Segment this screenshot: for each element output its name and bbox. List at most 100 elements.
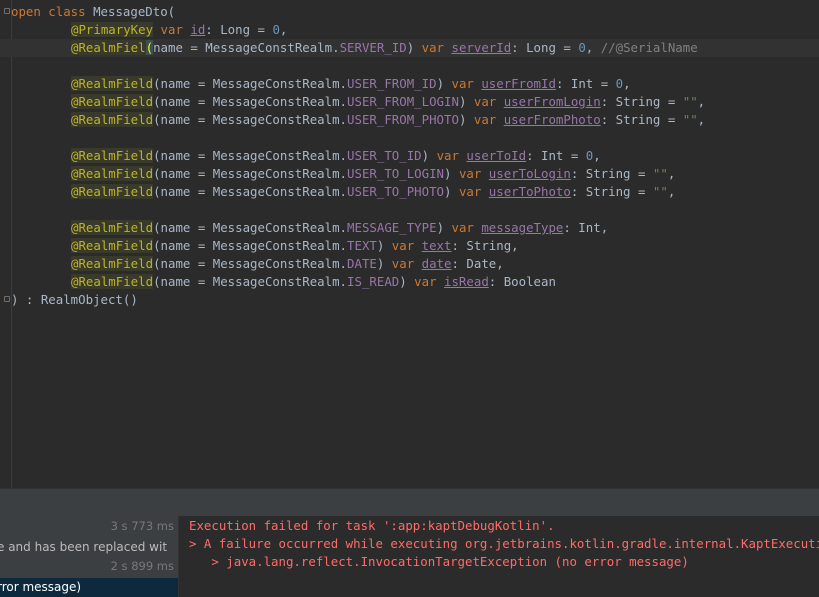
punctuation: , (667, 166, 676, 181)
code-text: (name = MessageConstRealm. (153, 148, 348, 163)
number-literal: 0 (615, 76, 624, 91)
code-text: ) (406, 40, 422, 55)
keyword: var (458, 166, 489, 181)
code-line-2[interactable]: @PrimaryKey var id: Long = 0, (0, 21, 819, 39)
code-text: (name = MessageConstRealm. (153, 220, 348, 235)
type-text: : Long = (205, 22, 273, 37)
punctuation: , (593, 148, 601, 163)
code-line-11[interactable]: @RealmField(name = MessageConstRealm.TEX… (0, 237, 819, 255)
code-line-10[interactable]: @RealmField(name = MessageConstRealm.MES… (0, 219, 819, 237)
property-name: userFromPhoto (503, 112, 601, 127)
code-text: ) (436, 220, 452, 235)
punctuation: , (697, 94, 706, 109)
constant: DATE (347, 256, 377, 271)
annotation: @RealmField (71, 76, 154, 91)
code-line-5[interactable]: @RealmField(name = MessageConstRealm.USE… (0, 93, 819, 111)
type-text: : Boolean (488, 274, 556, 289)
code-text: name = MessageConstRealm. (153, 40, 340, 55)
constant: SERVER_ID (339, 40, 407, 55)
annotation: @RealmField (71, 94, 154, 109)
matched-brace: ( (145, 40, 154, 55)
punctuation: , (623, 76, 631, 91)
type-text: : Date, (451, 256, 504, 271)
code-line-14[interactable]: ) : RealmObject() (0, 291, 819, 309)
constant: IS_READ (347, 274, 400, 289)
code-editor[interactable]: open class MessageDto( @PrimaryKey var i… (0, 0, 819, 488)
code-text: ) (436, 76, 452, 91)
type-text: : String = (600, 94, 683, 109)
code-text: ) : RealmObject() (11, 292, 138, 307)
code-line-8[interactable]: @RealmField(name = MessageConstRealm.USE… (0, 165, 819, 183)
constant: USER_TO_LOGIN (347, 166, 445, 181)
annotation: @PrimaryKey (71, 22, 154, 37)
code-line-3[interactable]: @RealmFiel(name = MessageConstRealm.SERV… (0, 39, 819, 57)
annotation: @RealmFiel (71, 40, 146, 55)
annotation: @RealmField (71, 148, 154, 163)
type-text: : String = (570, 166, 653, 181)
build-tree-row-selected[interactable]: rror message) (0, 578, 178, 597)
code-line-4[interactable]: @RealmField(name = MessageConstRealm.USE… (0, 75, 819, 93)
keyword: var (391, 256, 422, 271)
code-text: ) (376, 238, 392, 253)
build-tree-row[interactable]: 3 s 773 ms (0, 517, 178, 535)
property-name: messageType (481, 220, 564, 235)
code-text: ) (444, 166, 459, 181)
number-literal: 0 (272, 22, 280, 37)
fold-marker-icon[interactable] (4, 296, 10, 302)
string-literal: "" (682, 94, 698, 109)
annotation: @RealmField (71, 112, 154, 127)
error-line: > A failure occurred while executing org… (189, 536, 819, 551)
string-literal: "" (652, 166, 668, 181)
code-text: ) (421, 148, 437, 163)
annotation: @RealmField (71, 256, 154, 271)
property-name: userToLogin (488, 166, 571, 181)
number-literal: 0 (578, 40, 586, 55)
punctuation: , (585, 40, 601, 55)
code-line-6[interactable]: @RealmField(name = MessageConstRealm.USE… (0, 111, 819, 129)
error-line: Execution failed for task ':app:kaptDebu… (189, 518, 555, 533)
build-tree-panel[interactable]: 3 s 773 ms e and has been replaced wit 2… (0, 516, 178, 597)
fold-marker-icon[interactable] (4, 8, 10, 14)
code-text: (name = MessageConstRealm. (153, 94, 348, 109)
keyword: var (451, 220, 482, 235)
code-line-9[interactable]: @RealmField(name = MessageConstRealm.USE… (0, 183, 819, 201)
code-line-12[interactable]: @RealmField(name = MessageConstRealm.DAT… (0, 255, 819, 273)
code-text: (name = MessageConstRealm. (153, 184, 348, 199)
type-text: : String = (600, 112, 683, 127)
property-name: serverId (451, 40, 512, 55)
property-name: userFromLogin (503, 94, 601, 109)
build-row-time: 3 s 773 ms (110, 519, 174, 533)
code-text: (name = MessageConstRealm. (153, 238, 348, 253)
type-text: : Int, (563, 220, 609, 235)
keyword: var (451, 76, 482, 91)
type-text: : Long = (511, 40, 579, 55)
code-line-7[interactable]: @RealmField(name = MessageConstRealm.USE… (0, 147, 819, 165)
code-text: (name = MessageConstRealm. (153, 166, 348, 181)
build-tree-row[interactable]: 2 s 899 ms (0, 557, 178, 575)
code-line-13[interactable]: @RealmField(name = MessageConstRealm.IS_… (0, 273, 819, 291)
code-text: (name = MessageConstRealm. (153, 76, 348, 91)
annotation: @RealmField (71, 184, 154, 199)
constant: MESSAGE_TYPE (347, 220, 437, 235)
code-line-1[interactable]: open class MessageDto( (0, 3, 819, 21)
code-text: (name = MessageConstRealm. (153, 112, 348, 127)
keyword: var (421, 40, 452, 55)
build-output-console[interactable]: Execution failed for task ':app:kaptDebu… (178, 516, 819, 597)
property-name: userToPhoto (488, 184, 571, 199)
punctuation: , (667, 184, 676, 199)
constant: USER_FROM_ID (347, 76, 437, 91)
annotation: @RealmField (71, 166, 154, 181)
keyword: var (436, 148, 467, 163)
punctuation: , (697, 112, 706, 127)
property-name: text (421, 238, 452, 253)
code-text: ) (444, 184, 459, 199)
class-name: MessageDto( (85, 4, 176, 19)
tool-window-header[interactable] (0, 488, 819, 517)
keyword: var (473, 94, 504, 109)
keyword: open class (11, 4, 86, 19)
code-text: ) (458, 94, 474, 109)
build-tree-row[interactable]: e and has been replaced wit (0, 538, 178, 556)
keyword: var (391, 238, 422, 253)
property-name: isRead (444, 274, 489, 289)
comment: //@SerialName (600, 40, 698, 55)
